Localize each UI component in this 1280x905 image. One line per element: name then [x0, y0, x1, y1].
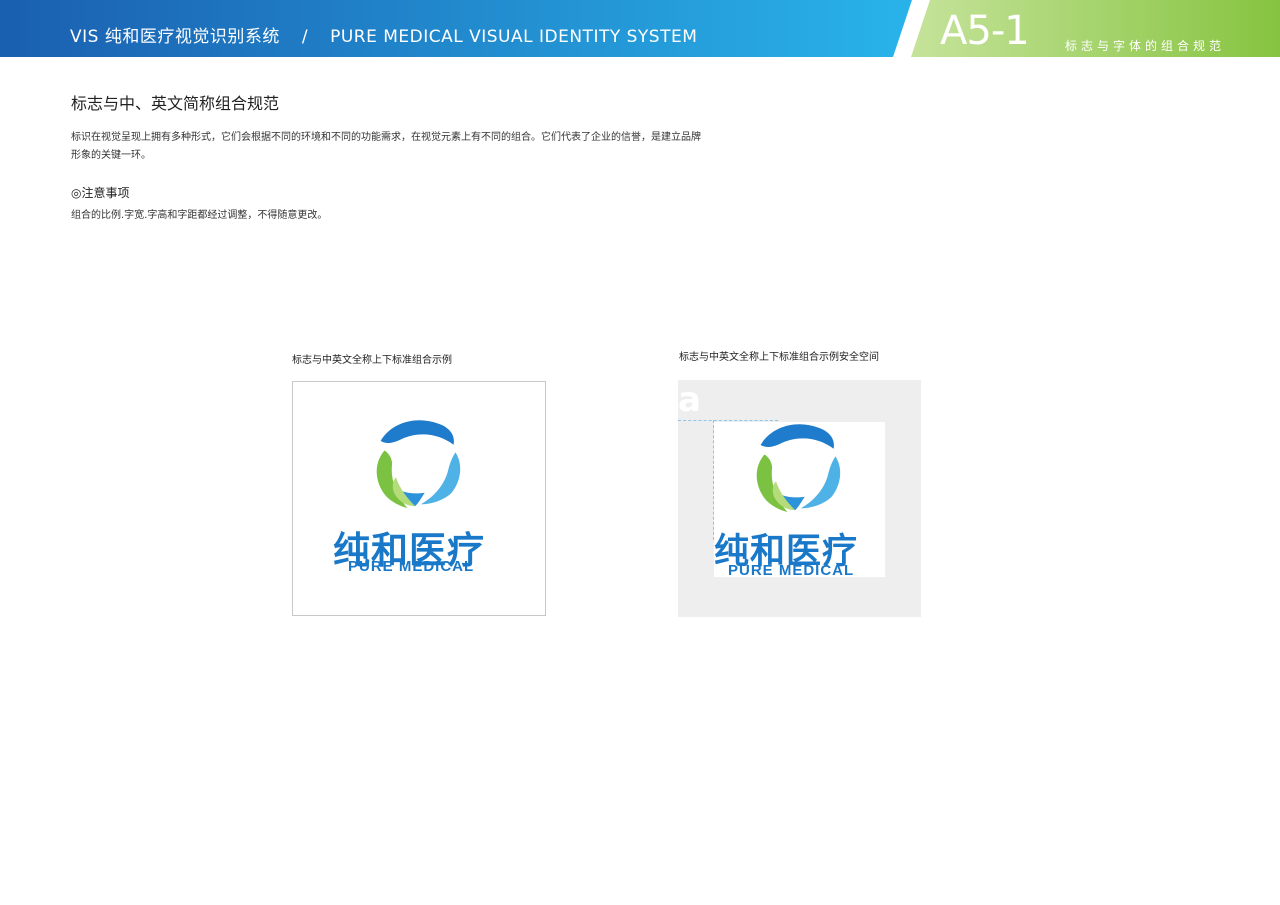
section-description: 标识在视觉呈现上拥有多种形式，它们会根据不同的环境和不同的功能需求，在视觉元素上…	[71, 132, 701, 161]
logo-name-en: PURE MEDICAL	[728, 562, 855, 579]
logo-name-en: PURE MEDICAL	[348, 558, 475, 575]
page-code: A5-1	[940, 8, 1030, 54]
page-code-subtitle: 标志与字体的组合规范	[1065, 39, 1226, 53]
logo-swirl-icon	[376, 420, 461, 509]
logo-swirl-icon	[756, 424, 841, 513]
safe-space-marker: a	[678, 380, 701, 420]
header-title-cn: VIS 纯和医疗视觉识别系统	[70, 27, 280, 47]
header-title-en: PURE MEDICAL VISUAL IDENTITY SYSTEM	[330, 27, 698, 47]
section-title: 标志与中、英文简称组合规范	[71, 94, 280, 113]
logo-example-standard: 纯和医疗 PURE MEDICAL	[292, 381, 546, 616]
header-bar: VIS 纯和医疗视觉识别系统 / PURE MEDICAL VISUAL IDENT…	[0, 0, 1280, 57]
header-separator: /	[301, 27, 309, 47]
safe-space-guide-vertical	[713, 420, 714, 540]
note-text: 组合的比例.字宽.字高和字距都经过调整，不得随意更改。	[71, 210, 328, 221]
note-title: ◎注意事项	[71, 186, 130, 200]
header-title: VIS 纯和医疗视觉识别系统 / PURE MEDICAL VISUAL IDENT…	[70, 22, 697, 50]
example-caption: 标志与中英文全称上下标准组合示例	[292, 355, 452, 366]
logo-example-safe-space: a 纯和医疗 PURE MEDICAL	[678, 380, 921, 617]
example-caption-safe-space: 标志与中英文全称上下标准组合示例安全空间	[679, 352, 879, 363]
